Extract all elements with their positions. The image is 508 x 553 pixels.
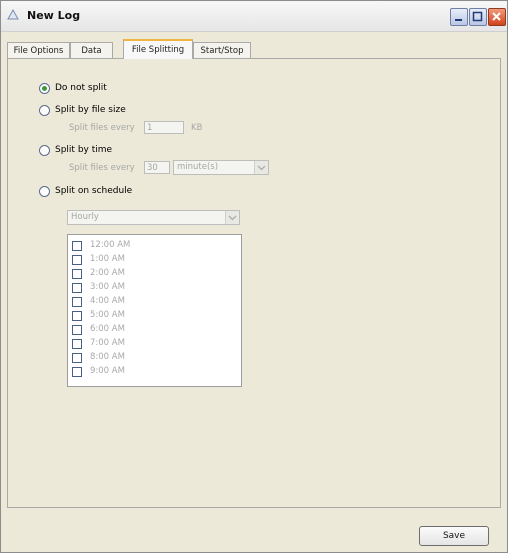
tab-data[interactable]: Data [70, 42, 113, 58]
size-interval-label: Split files every [69, 123, 135, 133]
time-checkbox[interactable] [72, 325, 82, 335]
time-interval-input[interactable]: 30 [144, 161, 170, 174]
time-checkbox[interactable] [72, 367, 82, 377]
radio-label: Do not split [55, 83, 107, 93]
time-checkbox[interactable] [72, 297, 82, 307]
time-checkbox[interactable] [72, 283, 82, 293]
chevron-down-icon[interactable] [254, 161, 268, 174]
radio-label: Split on schedule [55, 186, 133, 196]
window-title: New Log [27, 9, 81, 22]
maximize-button[interactable] [469, 8, 487, 26]
schedule-times-list[interactable]: 12:00 AM 1:00 AM 2:00 AM 3:00 AM 4:00 AM… [67, 234, 242, 387]
time-label: 2:00 AM [90, 268, 125, 278]
size-interval-input[interactable]: 1 [144, 121, 184, 134]
time-unit-select[interactable]: minute(s) [173, 160, 269, 175]
time-checkbox[interactable] [72, 269, 82, 279]
time-checkbox[interactable] [72, 339, 82, 349]
save-button[interactable]: Save [419, 526, 489, 546]
time-checkbox[interactable] [72, 311, 82, 321]
time-label: 1:00 AM [90, 254, 125, 264]
radio-button[interactable] [39, 105, 50, 116]
time-interval-label: Split files every [69, 163, 135, 173]
close-button[interactable] [488, 8, 506, 26]
close-icon [492, 12, 501, 21]
radio-button[interactable] [39, 145, 50, 156]
minimize-icon [455, 19, 462, 21]
time-checkbox[interactable] [72, 255, 82, 265]
tab-start-stop[interactable]: Start/Stop [193, 42, 251, 58]
title-bar[interactable]: New Log [1, 1, 507, 32]
chevron-down-icon[interactable] [225, 211, 239, 224]
tab-file-splitting[interactable]: File Splitting [123, 39, 193, 59]
tab-file-options[interactable]: File Options [7, 42, 70, 58]
radio-button[interactable] [39, 83, 50, 94]
size-unit-label: KB [191, 123, 203, 133]
schedule-frequency-select[interactable]: Hourly [67, 210, 240, 225]
log-app-icon [7, 8, 19, 21]
time-label: 7:00 AM [90, 338, 125, 348]
tab-strip: File Options Data File Splitting Start/S… [7, 39, 501, 59]
schedule-frequency-value: Hourly [71, 212, 99, 222]
time-checkbox[interactable] [72, 353, 82, 363]
time-label: 12:00 AM [90, 240, 131, 250]
time-unit-value: minute(s) [177, 162, 219, 172]
maximize-icon [472, 11, 483, 22]
minimize-button[interactable] [450, 8, 468, 26]
time-label: 3:00 AM [90, 282, 125, 292]
radio-label: Split by file size [55, 105, 126, 115]
time-label: 9:00 AM [90, 366, 125, 376]
time-checkbox[interactable] [72, 241, 82, 251]
time-label: 4:00 AM [90, 296, 125, 306]
new-log-window: New Log File Options Data File Splitting… [0, 0, 508, 553]
radio-label: Split by time [55, 145, 113, 155]
time-label: 5:00 AM [90, 310, 125, 320]
radio-button[interactable] [39, 186, 50, 197]
time-label: 8:00 AM [90, 352, 125, 362]
time-label: 6:00 AM [90, 324, 125, 334]
